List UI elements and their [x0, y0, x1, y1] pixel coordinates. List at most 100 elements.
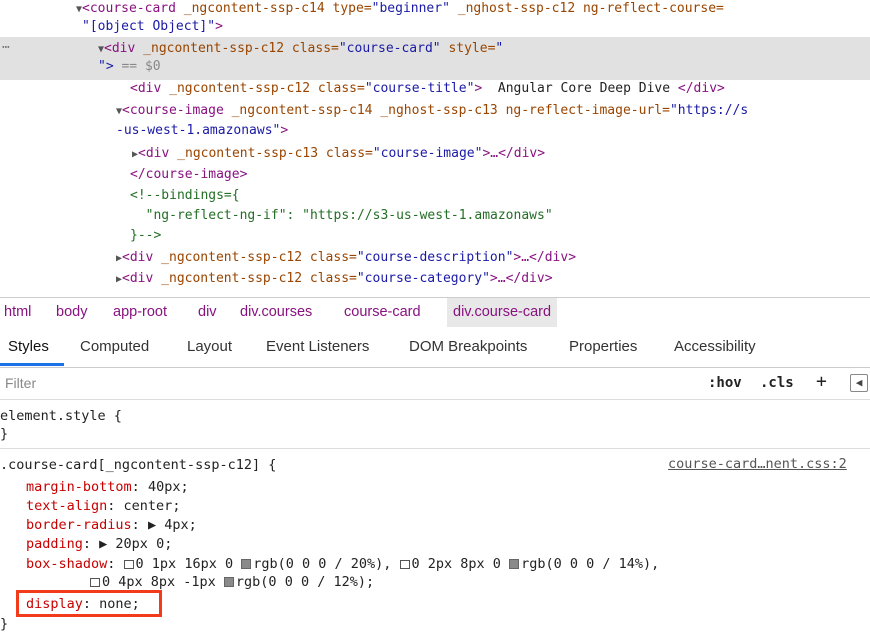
rule-source-link[interactable]: course-card…nent.css:2 [668, 456, 847, 472]
attr-value: "https://s [669, 103, 749, 118]
attr-value: "> [98, 59, 114, 74]
attr-value: " [495, 41, 504, 56]
shadow-editor-icon[interactable] [399, 560, 410, 569]
decl-margin-bottom[interactable]: margin-bottom: 40px; [26, 478, 189, 496]
tag-name: <div [122, 271, 154, 286]
tag-close: > [280, 123, 289, 138]
css-prop: border-radius [26, 517, 132, 533]
css-value: ▶ 20px 0; [99, 536, 173, 552]
color-swatch-icon[interactable] [241, 559, 252, 569]
tag-name: <div [104, 41, 136, 56]
tree-node-div-course-image[interactable]: ▶<div _ngcontent-ssp-c13 class="course-i… [132, 145, 545, 164]
breadcrumb-html[interactable]: html [4, 304, 31, 320]
equals: = [331, 41, 339, 56]
annotation-highlight-box [16, 590, 162, 617]
attr-name: type [332, 1, 364, 16]
breadcrumb-div[interactable]: div [198, 304, 217, 320]
attr-name: _ngcontent-ssp-c12 [161, 271, 303, 286]
tree-node-course-description[interactable]: ▶<div _ngcontent-ssp-c12 class="course-d… [116, 249, 576, 268]
attr-name: class [309, 271, 350, 286]
attr-name: class [291, 41, 332, 56]
filter-input[interactable]: Filter [5, 375, 36, 391]
tab-dom-breakpoints[interactable]: DOM Breakpoints [409, 338, 527, 355]
decl-box-shadow-cont: 0 4px 8px -1px rgb(0 0 0 / 12%); [90, 573, 374, 591]
equals: = [349, 250, 357, 265]
equals: = [357, 81, 365, 96]
css-prop: text-align [26, 498, 108, 514]
new-style-rule-plus-icon[interactable]: + [816, 371, 827, 392]
cls-toggle[interactable]: .cls [760, 375, 794, 391]
styles-filter-bar: Filter :hov .cls + ◀ [0, 368, 870, 400]
selected-marker: == $0 [113, 59, 161, 74]
css-prop: margin-bottom [26, 479, 132, 495]
decl-text-align[interactable]: text-align: center; [26, 497, 180, 515]
attr-value: "course-description" [356, 250, 514, 265]
element-style-selector[interactable]: element.style { [0, 407, 122, 425]
css-value: 0 1px 16px 0 [135, 556, 242, 572]
equals: = [365, 146, 373, 161]
node-text: Angular Core Deep Dive [482, 81, 678, 96]
tag-name: <course-image [122, 103, 224, 118]
attr-name: class [309, 250, 350, 265]
equals: = [363, 1, 372, 16]
tree-node-course-card[interactable]: ▼<course-card _ngcontent-ssp-c14 type="b… [76, 0, 724, 19]
tree-node-comment[interactable]: <!--bindings={ [130, 187, 240, 205]
tab-layout[interactable]: Layout [187, 338, 232, 355]
tree-line-continuation: "[object Object]"> [82, 18, 223, 36]
shadow-editor-icon[interactable] [90, 578, 100, 587]
tree-line-continuation: "> == $0 [98, 58, 161, 76]
breadcrumb-app-root[interactable]: app-root [113, 304, 167, 320]
elements-tree: ⋯ ▼<course-card _ngcontent-ssp-c14 type=… [0, 0, 870, 297]
tree-comment-line: "ng-reflect-ng-if": "https://s3-us-west-… [130, 207, 553, 225]
tree-node-course-image-close[interactable]: </course-image> [130, 166, 247, 184]
decl-border-radius[interactable]: border-radius: ▶ 4px; [26, 516, 197, 534]
tab-accessibility[interactable]: Accessibility [674, 338, 756, 355]
tag-name: <div [138, 146, 170, 161]
styles-pane-tabs: Styles Computed Layout Event Listeners D… [0, 327, 870, 368]
shadow-editor-icon[interactable] [123, 560, 134, 569]
breadcrumb-div-course-card[interactable]: div.course-card [447, 298, 558, 327]
attr-value: "course-title" [364, 81, 475, 96]
attr-name: _ngcontent-ssp-c14 [231, 103, 373, 118]
comment-text: }--> [130, 228, 162, 243]
tree-node-div-course-card[interactable]: ▼<div _ngcontent-ssp-c12 class="course-c… [98, 40, 503, 59]
comment-text: <!--bindings={ [130, 188, 240, 203]
tree-node-course-image[interactable]: ▼<course-image _ngcontent-ssp-c14 _nghos… [116, 102, 748, 121]
rule-selector[interactable]: .course-card[_ngcontent-ssp-c12] { [0, 456, 276, 474]
color-swatch-icon[interactable] [509, 559, 520, 569]
tab-computed[interactable]: Computed [80, 338, 149, 355]
node-menu-dots[interactable]: ⋯ [2, 40, 10, 55]
attr-value: "course-category" [356, 271, 490, 286]
breadcrumb-body[interactable]: body [56, 304, 87, 320]
color-swatch-icon[interactable] [223, 577, 234, 587]
tree-line-continuation: -us-west-1.amazonaws"> [116, 122, 288, 140]
hov-toggle[interactable]: :hov [708, 375, 742, 391]
tree-comment-line: }--> [130, 227, 161, 245]
tab-event-listeners[interactable]: Event Listeners [266, 338, 369, 355]
attr-name: _ngcontent-ssp-c12 [169, 81, 311, 96]
tag-name: <div [122, 250, 154, 265]
tag-close: >…</div> [513, 250, 577, 265]
attr-value: "[object Object]" [82, 19, 216, 34]
active-tab-indicator [0, 363, 64, 366]
attr-name: ng-reflect-image-url= [505, 103, 670, 118]
css-value: 0 2px 8px 0 [411, 556, 510, 572]
attr-name: ng-reflect-course= [582, 1, 724, 16]
tag-close: > [215, 19, 223, 34]
breadcrumb-div-courses[interactable]: div.courses [240, 304, 312, 320]
attr-name: _ngcontent-ssp-c12 [143, 41, 285, 56]
decl-box-shadow[interactable]: box-shadow: 0 1px 16px 0 rgb(0 0 0 / 20%… [26, 555, 659, 573]
tree-node-course-title[interactable]: <div _ngcontent-ssp-c12 class="course-ti… [130, 80, 725, 98]
css-value: rgb(0 0 0 / 14%), [521, 556, 660, 572]
tab-styles[interactable]: Styles [8, 338, 49, 355]
rule-divider [0, 448, 870, 449]
attr-name: _ngcontent-ssp-c14 [183, 1, 325, 16]
css-value: 0 4px 8px -1px [102, 574, 224, 590]
tag-name: <div [130, 81, 162, 96]
tab-properties[interactable]: Properties [569, 338, 637, 355]
decl-padding[interactable]: padding: ▶ 20px 0; [26, 535, 172, 553]
tree-node-course-category[interactable]: ▶<div _ngcontent-ssp-c12 class="course-c… [116, 270, 553, 289]
breadcrumb-course-card[interactable]: course-card [344, 304, 421, 320]
toggle-sidebar-icon[interactable]: ◀ [850, 374, 868, 392]
attr-name: style [448, 41, 488, 56]
